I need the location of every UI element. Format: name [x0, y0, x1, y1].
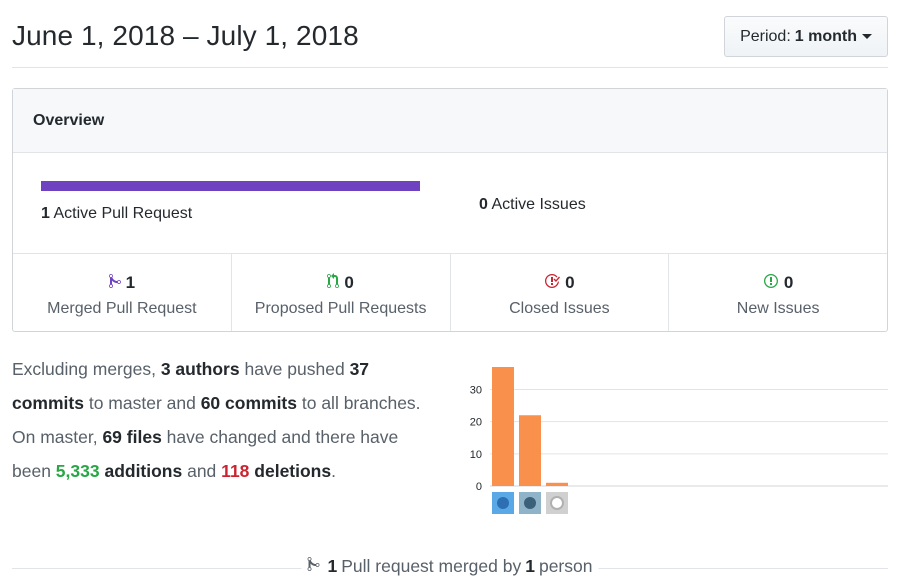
stat-label: Closed Issues [509, 300, 610, 317]
overview-panel: Overview 1 Active Pull Request 0 Active … [12, 88, 888, 332]
caret-down-icon [862, 34, 872, 39]
summary-text: . [331, 461, 336, 481]
active-pull-requests-count: 1 [41, 205, 50, 222]
summary-text: Excluding merges, [12, 359, 161, 379]
contributors-chart: 0 10 20 30 [460, 360, 890, 520]
deletions-word: deletions [254, 461, 332, 481]
period-value: 1 month [794, 27, 857, 45]
git-merge-icon [307, 556, 324, 577]
summary-text: and [182, 461, 222, 481]
active-issues-label: Active Issues [491, 196, 586, 213]
stat-label: Proposed Pull Requests [254, 300, 427, 317]
stat-count: 0 [344, 273, 354, 292]
page-title: June 1, 2018 – July 1, 2018 [12, 20, 359, 51]
issue-closed-icon [544, 273, 565, 294]
footer-text: person [538, 556, 593, 576]
pull-request-progress-fill [41, 181, 420, 191]
active-pull-requests-label: Active Pull Request [53, 205, 193, 222]
contributor-avatar [519, 492, 541, 514]
bar [519, 415, 541, 486]
bar [492, 367, 514, 486]
git-merge-icon [108, 273, 126, 294]
y-tick-label: 0 [476, 481, 482, 493]
page-header: June 1, 2018 – July 1, 2018 Period: 1 mo… [12, 0, 888, 68]
issue-opened-icon [763, 273, 784, 294]
contributors-bar-chart: 0 10 20 30 [470, 367, 888, 514]
merged-pr-footer: 1 Pull request merged by 1 person [12, 556, 888, 582]
bar [546, 482, 568, 486]
summary-text: to master and [83, 393, 201, 413]
stat-closed-issues[interactable]: 0 Closed Issues [451, 254, 670, 331]
stat-count: 1 [125, 273, 136, 292]
stat-count: 0 [565, 273, 575, 292]
additions-count: 5,333 [55, 461, 100, 481]
files-changed-count: 69 files [102, 427, 162, 447]
y-tick-label: 30 [470, 385, 482, 397]
y-tick-label: 20 [470, 417, 482, 429]
stat-proposed-pull-requests[interactable]: 0 Proposed Pull Requests [232, 254, 451, 331]
github-avatar-icon [546, 492, 568, 514]
stat-label: New Issues [736, 300, 820, 317]
deletions-count: 118 [221, 461, 250, 481]
active-issues-link[interactable]: 0 Active Issues [479, 196, 586, 214]
git-pull-request-icon [327, 272, 344, 294]
active-pull-requests-link[interactable]: 1 Active Pull Request [41, 205, 192, 223]
stat-new-issues[interactable]: 0 New Issues [669, 254, 887, 331]
overview-summary: 1 Active Pull Request 0 Active Issues [13, 153, 887, 254]
y-tick-label: 10 [470, 449, 482, 461]
period-dropdown-button[interactable]: Period: 1 month [724, 16, 888, 57]
commits-all-count: 60 commits [200, 393, 297, 413]
contributor-avatar [492, 492, 514, 514]
stat-count: 0 [783, 273, 794, 292]
commit-summary: Excluding merges, 3 authors have pushed … [12, 352, 432, 488]
stat-label: Merged Pull Request [47, 300, 197, 317]
stat-merged-pull-requests[interactable]: 1 Merged Pull Request [13, 254, 232, 331]
overview-stats: 1 Merged Pull Request 0 Proposed Pull Re… [13, 254, 887, 331]
pull-request-progress-bar [41, 181, 420, 191]
period-label: Period: [740, 27, 791, 45]
footer-text: Pull request merged by [341, 556, 522, 576]
active-issues-count: 0 [479, 196, 488, 213]
merged-pr-count: 1 [327, 556, 338, 576]
summary-text: have pushed [239, 359, 350, 379]
overview-heading: Overview [13, 89, 887, 153]
additions-word: additions [99, 461, 183, 481]
merging-people-count: 1 [525, 556, 535, 576]
authors-count: 3 authors [160, 359, 240, 379]
